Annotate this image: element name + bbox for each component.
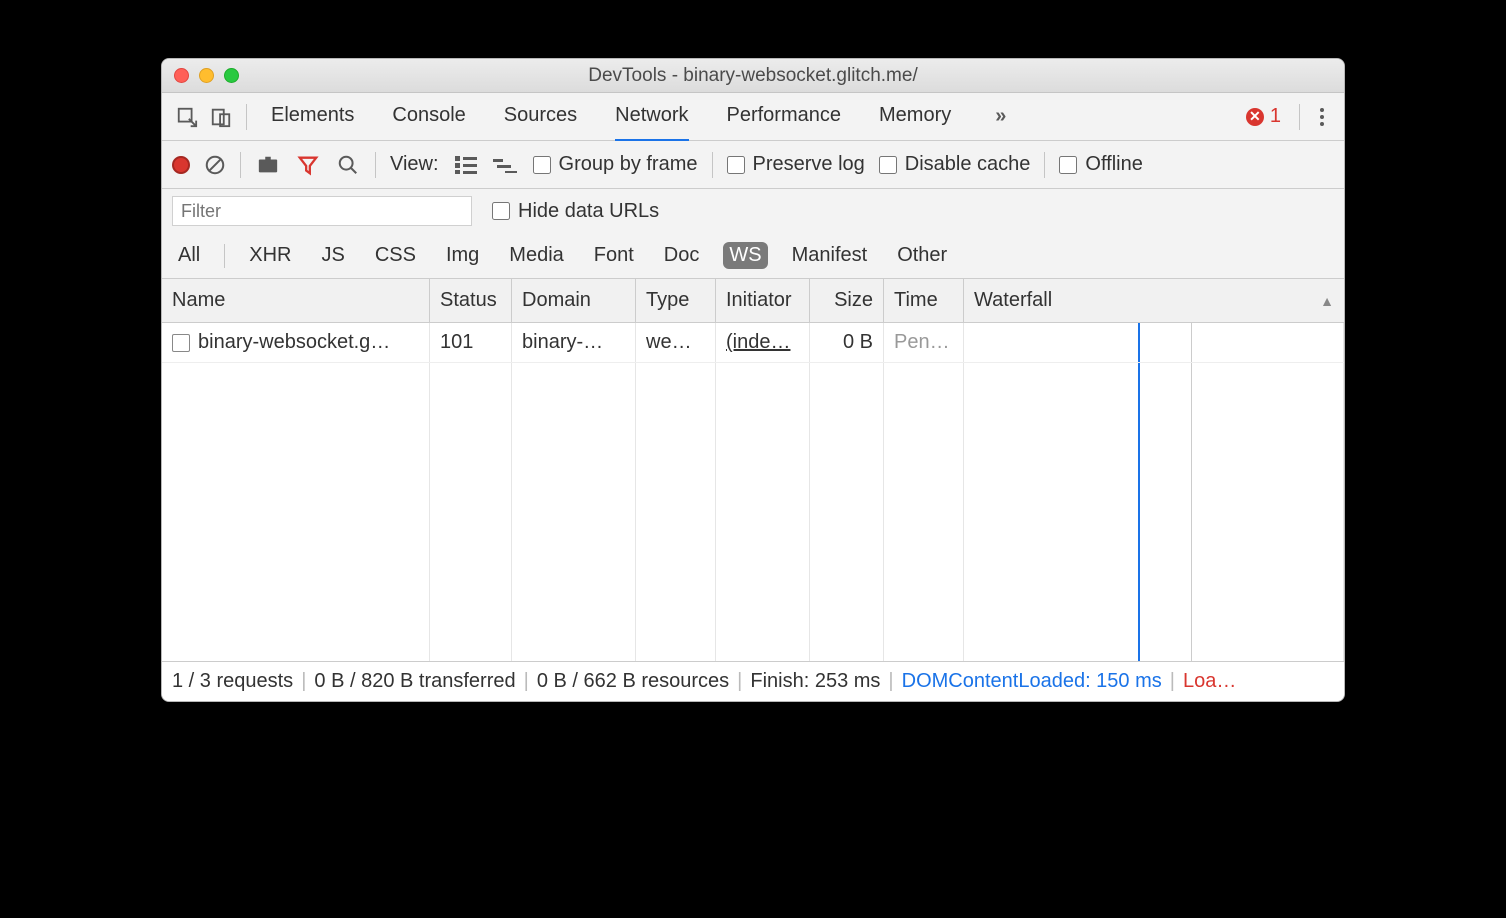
cell-type: we… xyxy=(636,323,716,362)
view-label: View: xyxy=(390,153,439,176)
overview-icon[interactable] xyxy=(493,152,519,178)
window-controls xyxy=(174,68,239,83)
status-requests: 1 / 3 requests xyxy=(172,670,293,693)
status-load: Loa… xyxy=(1183,670,1236,693)
col-status[interactable]: Status xyxy=(430,279,512,322)
cell-time: Pen… xyxy=(894,331,950,354)
cell-name: binary-websocket.g… xyxy=(198,331,390,354)
offline-checkbox[interactable]: Offline xyxy=(1059,153,1142,176)
hide-data-urls-checkbox[interactable]: Hide data URLs xyxy=(492,200,659,223)
error-icon: ✕ xyxy=(1246,108,1264,126)
inspect-element-icon[interactable] xyxy=(170,100,204,134)
type-manifest[interactable]: Manifest xyxy=(786,242,874,269)
clear-button[interactable] xyxy=(204,154,226,176)
col-initiator[interactable]: Initiator xyxy=(716,279,810,322)
col-name[interactable]: Name xyxy=(162,279,430,322)
tab-console[interactable]: Console xyxy=(392,93,465,141)
tab-performance[interactable]: Performance xyxy=(727,93,842,141)
tab-memory[interactable]: Memory xyxy=(879,93,951,141)
waterfall-dcl-line xyxy=(1138,363,1140,661)
error-count-number: 1 xyxy=(1270,105,1281,128)
file-icon xyxy=(172,334,190,352)
type-media[interactable]: Media xyxy=(503,242,569,269)
error-count[interactable]: ✕ 1 xyxy=(1246,105,1281,128)
cell-waterfall xyxy=(964,323,1344,362)
minimize-window-button[interactable] xyxy=(199,68,214,83)
window-title: DevTools - binary-websocket.glitch.me/ xyxy=(162,65,1344,87)
waterfall-dcl-marker xyxy=(1138,323,1140,362)
screenshot-icon[interactable] xyxy=(255,152,281,178)
panel-tabs: Elements Console Sources Network Perform… xyxy=(271,93,1246,141)
col-time[interactable]: Time xyxy=(884,279,964,322)
col-size[interactable]: Size xyxy=(810,279,884,322)
cell-size: 0 B xyxy=(810,323,884,362)
grid-column-lines xyxy=(162,363,1344,661)
tab-network[interactable]: Network xyxy=(615,93,688,141)
type-img[interactable]: Img xyxy=(440,242,485,269)
network-toolbar: View: Group by frame Preserve log Disabl… xyxy=(162,141,1344,189)
panel-tabbar: Elements Console Sources Network Perform… xyxy=(162,93,1344,141)
type-css[interactable]: CSS xyxy=(369,242,422,269)
separator xyxy=(240,152,241,178)
separator xyxy=(1044,152,1045,178)
type-xhr[interactable]: XHR xyxy=(243,242,297,269)
col-waterfall[interactable]: Waterfall▲ xyxy=(964,279,1344,322)
status-bar: 1 / 3 requests| 0 B / 820 B transferred|… xyxy=(162,661,1344,701)
separator xyxy=(246,104,247,130)
cell-status: 101 xyxy=(430,323,512,362)
status-resources: 0 B / 662 B resources xyxy=(537,670,729,693)
grid-header: Name Status Domain Type Initiator Size T… xyxy=(162,279,1344,323)
type-ws[interactable]: WS xyxy=(723,242,767,269)
separator xyxy=(1299,104,1300,130)
sort-asc-icon: ▲ xyxy=(1320,293,1334,309)
tab-sources[interactable]: Sources xyxy=(504,93,577,141)
filter-row: Hide data URLs xyxy=(162,189,1344,233)
devtools-window: DevTools - binary-websocket.glitch.me/ E… xyxy=(161,58,1345,702)
col-domain[interactable]: Domain xyxy=(512,279,636,322)
status-dcl: DOMContentLoaded: 150 ms xyxy=(902,670,1162,693)
disable-cache-checkbox[interactable]: Disable cache xyxy=(879,153,1031,176)
large-rows-icon[interactable] xyxy=(453,152,479,178)
col-type[interactable]: Type xyxy=(636,279,716,322)
status-transferred: 0 B / 820 B transferred xyxy=(314,670,515,693)
close-window-button[interactable] xyxy=(174,68,189,83)
type-font[interactable]: Font xyxy=(588,242,640,269)
type-doc[interactable]: Doc xyxy=(658,242,706,269)
cell-domain: binary-… xyxy=(512,323,636,362)
separator xyxy=(712,152,713,178)
separator xyxy=(224,244,225,268)
device-toolbar-icon[interactable] xyxy=(204,100,238,134)
filter-input[interactable] xyxy=(172,196,472,226)
group-by-frame-checkbox[interactable]: Group by frame xyxy=(533,153,698,176)
waterfall-grid-line xyxy=(1191,323,1192,362)
grid-body: binary-websocket.g… 101 binary-… we… (in… xyxy=(162,323,1344,661)
type-other[interactable]: Other xyxy=(891,242,953,269)
more-tabs-button[interactable]: » xyxy=(989,105,1012,128)
preserve-log-checkbox[interactable]: Preserve log xyxy=(727,153,865,176)
type-filter-row: All XHR JS CSS Img Media Font Doc WS Man… xyxy=(162,233,1344,279)
filter-icon[interactable] xyxy=(295,152,321,178)
search-icon[interactable] xyxy=(335,152,361,178)
type-all[interactable]: All xyxy=(172,242,206,269)
settings-menu-button[interactable] xyxy=(1308,108,1336,126)
tab-elements[interactable]: Elements xyxy=(271,93,354,141)
separator xyxy=(375,152,376,178)
record-button[interactable] xyxy=(172,156,190,174)
titlebar: DevTools - binary-websocket.glitch.me/ xyxy=(162,59,1344,93)
cell-initiator[interactable]: (inde… xyxy=(726,331,790,354)
status-finish: Finish: 253 ms xyxy=(750,670,880,693)
table-row[interactable]: binary-websocket.g… 101 binary-… we… (in… xyxy=(162,323,1344,363)
zoom-window-button[interactable] xyxy=(224,68,239,83)
type-js[interactable]: JS xyxy=(315,242,350,269)
